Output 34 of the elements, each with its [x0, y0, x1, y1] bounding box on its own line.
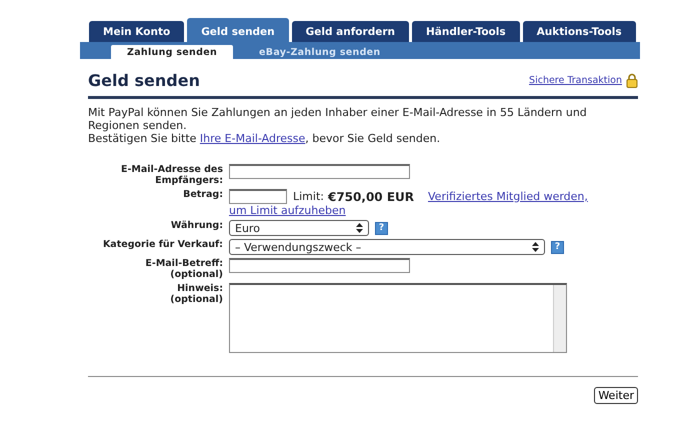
page-heading: Geld senden: [88, 71, 200, 90]
field-label: E-Mail-Adresse des Empfängers:: [120, 164, 223, 186]
nav-tab[interactable]: Auktions-Tools: [522, 21, 636, 42]
nav-tab[interactable]: Händler-Tools: [412, 21, 520, 42]
amount-field[interactable]: [229, 189, 287, 204]
limit-value: €750,00 EUR: [328, 190, 414, 204]
input-field[interactable]: [229, 164, 410, 179]
nav-tab[interactable]: Geld senden: [187, 18, 289, 42]
field-sublabel: (optional): [170, 294, 223, 305]
secure-transaction-link[interactable]: Sichere Transaktion: [529, 75, 622, 86]
subnav-tab[interactable]: eBay-Zahlung senden: [243, 45, 396, 59]
verify-link[interactable]: Verifiziertes Mitglied werden,: [428, 190, 588, 204]
field-label: Währung:: [170, 220, 223, 231]
field-label: Kategorie für Verkauf:: [102, 239, 223, 250]
note-textarea[interactable]: [229, 283, 567, 353]
limit-label: Limit:: [293, 190, 324, 204]
field-label: Betrag:: [183, 189, 223, 200]
input-field[interactable]: [229, 258, 410, 273]
select-field[interactable]: Euro: [229, 220, 369, 236]
stepper-icon: [356, 223, 363, 233]
confirm-text: Bestätigen Sie bitte Ihre E-Mail-Adresse, bevor Sie Geld senden.: [88, 132, 442, 145]
field-sublabel: (optional): [170, 269, 223, 280]
intro-text: Mit PayPal können Sie Zahlungen an jeden Inhaber einer E-Mail-Adresse in 55 Ländern und Regionen senden.: [88, 106, 588, 132]
select-field[interactable]: – Verwendungszweck –: [229, 239, 545, 255]
stepper-icon: [532, 242, 539, 252]
field-label: E-Mail-Betreff:: [145, 258, 223, 269]
field-label: Hinweis:: [177, 283, 223, 294]
verify-link[interactable]: um Limit aufzuheben: [229, 204, 346, 217]
email-link[interactable]: Ihre E-Mail-Adresse: [200, 132, 306, 145]
nav-tab[interactable]: Geld anfordern: [292, 21, 409, 42]
padlock-icon: [626, 73, 638, 88]
continue-button[interactable]: Weiter: [594, 387, 638, 404]
nav-tab[interactable]: Mein Konto: [89, 21, 184, 42]
subnav-tab[interactable]: Zahlung senden: [111, 45, 234, 59]
